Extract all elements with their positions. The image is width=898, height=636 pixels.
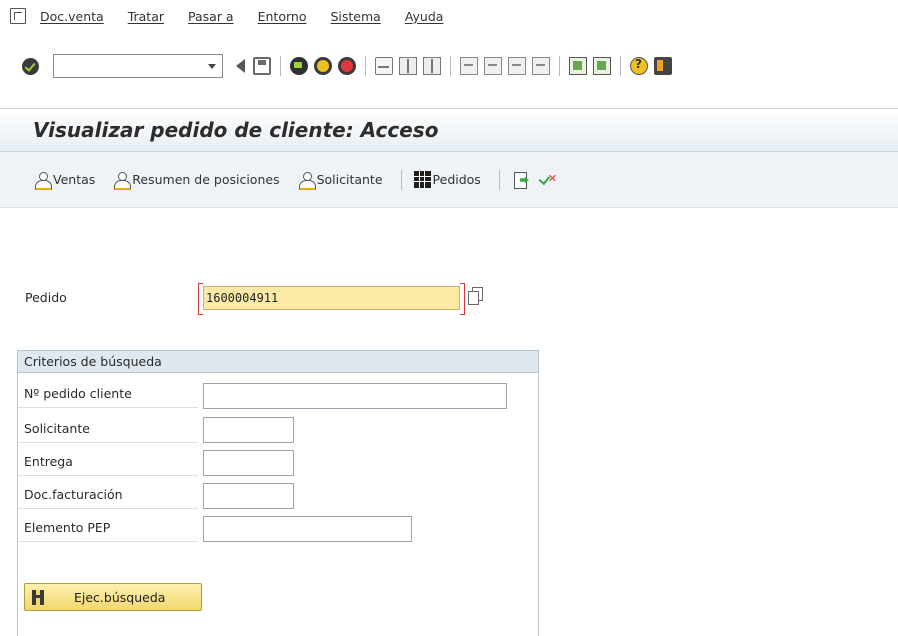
export-icon[interactable]: [512, 171, 530, 189]
customize-layout-icon[interactable]: [654, 57, 672, 75]
command-field[interactable]: [27, 54, 223, 78]
toolbar-separator: [450, 56, 451, 76]
pedido-input[interactable]: [203, 286, 460, 310]
toolbar-separator: [280, 56, 281, 76]
shortcut-icon[interactable]: [593, 57, 611, 75]
menu-entorno[interactable]: Entorno: [258, 9, 307, 24]
toolbar-separator: [559, 56, 560, 76]
value-help-icon[interactable]: [468, 287, 483, 305]
toolbar-separator: [498, 169, 500, 190]
doc-facturacion-input[interactable]: [203, 483, 294, 509]
find-icon[interactable]: [399, 57, 417, 75]
cancel-icon[interactable]: [338, 57, 356, 75]
toolbar-separator: [365, 56, 366, 76]
menu-pasar-a[interactable]: Pasar a: [188, 9, 234, 24]
ventas-label: Ventas: [53, 172, 96, 187]
find-next-icon[interactable]: [423, 57, 441, 75]
enter-check-icon[interactable]: [22, 57, 39, 75]
pedido-field[interactable]: [198, 283, 465, 315]
application-toolbar: Ventas Resumen de posiciones Solicitante…: [0, 152, 898, 208]
person-icon: [298, 172, 316, 190]
pedidos-button[interactable]: Pedidos: [413, 171, 481, 188]
exit-icon[interactable]: [314, 57, 332, 75]
ejec-busqueda-button[interactable]: Ejec.búsqueda: [24, 583, 202, 611]
solicitante-input[interactable]: [203, 417, 294, 443]
system-menu-icon[interactable]: [10, 8, 26, 24]
standard-toolbar: [0, 38, 898, 94]
nro-pedido-cliente-label: Nº pedido cliente: [18, 380, 198, 408]
title-bar: Visualizar pedido de cliente: Acceso: [0, 108, 898, 152]
menu-ayuda[interactable]: Ayuda: [405, 9, 444, 24]
solicitante-button[interactable]: Solicitante: [298, 172, 383, 190]
previous-page-icon[interactable]: [484, 57, 502, 75]
menu-bar: Doc.venta Tratar Pasar a Entorno Sistema…: [0, 0, 898, 38]
person-icon: [113, 172, 132, 190]
save-icon[interactable]: [253, 57, 271, 75]
solicitante-label: Solicitante: [316, 172, 383, 187]
last-page-icon[interactable]: [532, 57, 550, 75]
chevron-down-icon[interactable]: [208, 63, 216, 69]
person-icon: [34, 172, 52, 190]
ejec-busqueda-label: Ejec.búsqueda: [74, 589, 166, 605]
help-icon[interactable]: [630, 57, 648, 75]
toolbar-separator: [400, 169, 402, 190]
resumen-posiciones-button[interactable]: Resumen de posiciones: [113, 172, 280, 190]
pedido-label: Pedido: [25, 290, 67, 305]
doc-facturacion-label: Doc.facturación: [18, 481, 198, 509]
check-cancel-icon[interactable]: [540, 171, 558, 189]
elemento-pep-label: Elemento PEP: [18, 514, 198, 542]
first-page-icon[interactable]: [460, 57, 478, 75]
green-back-icon[interactable]: [290, 57, 308, 75]
menu-sistema[interactable]: Sistema: [330, 9, 380, 24]
solicitante-label: Solicitante: [18, 415, 198, 443]
menu-doc-venta[interactable]: Doc.venta: [40, 9, 104, 24]
print-icon[interactable]: [375, 57, 393, 75]
menu-tratar[interactable]: Tratar: [128, 9, 164, 24]
grid-icon: [413, 171, 431, 188]
entrega-label: Entrega: [18, 448, 198, 476]
group-title: Criterios de búsqueda: [18, 351, 538, 373]
binoculars-icon: [32, 589, 44, 605]
criterios-busqueda-group: Criterios de búsqueda Nº pedido cliente …: [17, 350, 539, 636]
ventas-button[interactable]: Ventas: [34, 172, 96, 190]
new-session-icon[interactable]: [569, 57, 587, 75]
page-title: Visualizar pedido de cliente: Acceso: [33, 118, 439, 142]
toolbar-separator: [620, 56, 621, 76]
next-page-icon[interactable]: [508, 57, 526, 75]
entrega-input[interactable]: [203, 450, 294, 476]
elemento-pep-input[interactable]: [203, 516, 412, 542]
pedidos-label: Pedidos: [432, 172, 481, 187]
back-icon[interactable]: [236, 59, 245, 73]
command-input[interactable]: [27, 56, 208, 76]
nro-pedido-cliente-input[interactable]: [203, 383, 507, 409]
resumen-label: Resumen de posiciones: [132, 172, 280, 187]
